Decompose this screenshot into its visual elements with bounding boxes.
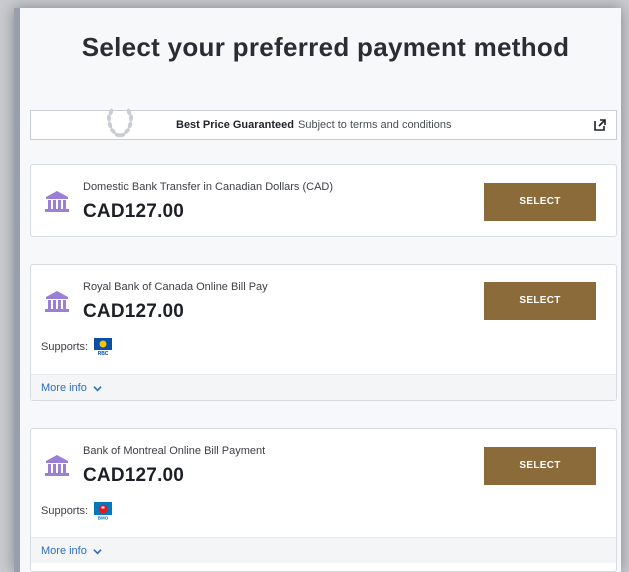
external-link-icon[interactable]: [594, 119, 606, 131]
guarantee-subtext: Subject to terms and conditions: [298, 119, 452, 131]
page-content: Select your preferred payment method Bes…: [30, 8, 621, 572]
supports-label: Supports:: [41, 505, 89, 517]
method-name: Domestic Bank Transfer in Canadian Dolla…: [83, 181, 334, 193]
page-title: Select your preferred payment method: [81, 32, 570, 62]
select-button[interactable]: SELECT: [484, 282, 596, 320]
payment-method-card: Royal Bank of Canada Online Bill Pay CAD…: [30, 264, 617, 401]
method-name: Bank of Montreal Online Bill Payment: [83, 445, 266, 457]
bmo-logo: BMO: [94, 502, 113, 521]
payment-method-card: Bank of Montreal Online Bill Payment CAD…: [30, 428, 617, 572]
supports-row: Supports: BMO: [41, 502, 113, 521]
laurel-icon: [106, 108, 134, 138]
select-button[interactable]: SELECT: [484, 447, 596, 485]
guarantee-text: Best Price Guaranteed Subject to terms an…: [176, 119, 451, 131]
method-amount: CAD127.00: [83, 301, 185, 322]
more-info-toggle[interactable]: More info: [31, 374, 616, 400]
guarantee-label: Best Price Guaranteed: [176, 119, 294, 131]
chevron-down-icon: [93, 548, 102, 555]
payment-method-card: Domestic Bank Transfer in Canadian Dolla…: [30, 164, 617, 237]
bank-icon: [45, 455, 69, 476]
payment-page: Select your preferred payment method Bes…: [14, 8, 621, 572]
rbc-logo: RBC: [94, 338, 113, 356]
select-button[interactable]: SELECT: [484, 183, 596, 221]
bank-icon: [45, 291, 69, 312]
supports-row: Supports: RBC: [41, 338, 113, 356]
method-amount: CAD127.00: [83, 465, 185, 486]
best-price-banner: Best Price Guaranteed Subject to terms an…: [30, 108, 617, 140]
more-info-label: More info: [41, 382, 87, 394]
method-amount: CAD127.00: [83, 201, 185, 222]
supports-label: Supports:: [41, 341, 89, 353]
method-name: Royal Bank of Canada Online Bill Pay: [83, 281, 268, 293]
svg-text:RBC: RBC: [98, 351, 109, 356]
chevron-down-icon: [93, 385, 102, 392]
bank-icon: [45, 191, 69, 212]
more-info-toggle[interactable]: More info: [31, 537, 616, 563]
svg-text:BMO: BMO: [98, 516, 109, 521]
more-info-label: More info: [41, 545, 87, 557]
